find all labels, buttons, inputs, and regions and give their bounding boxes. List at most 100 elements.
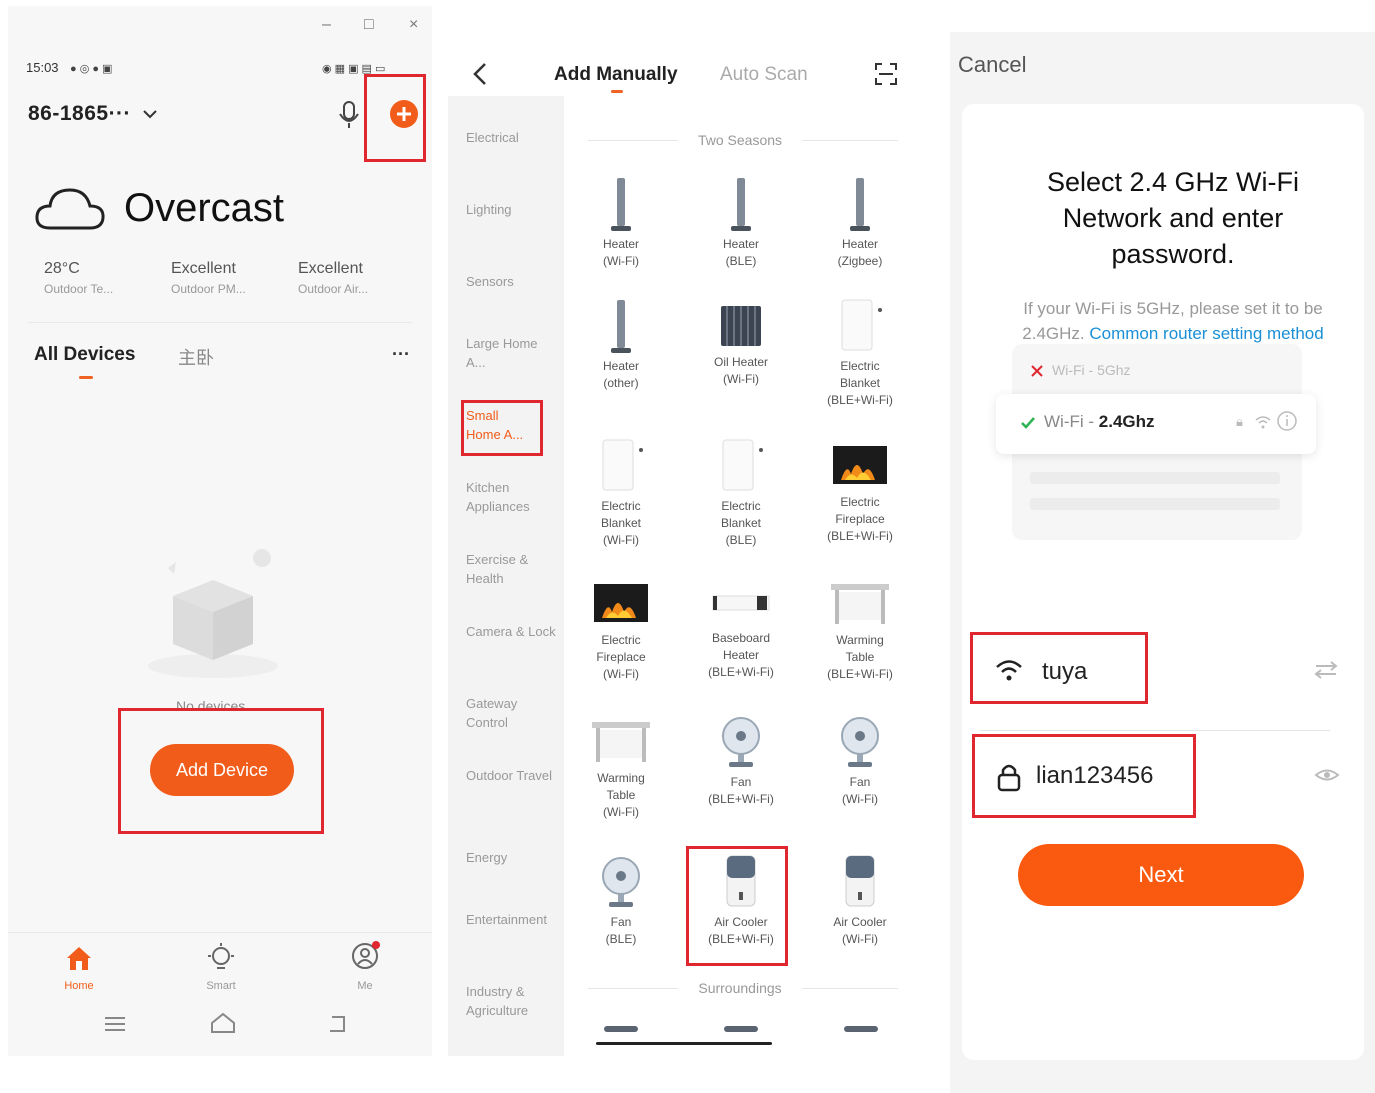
device-icon-partial <box>604 1026 638 1032</box>
next-button[interactable]: Next <box>1018 844 1304 906</box>
category-item[interactable]: Entertainment <box>466 910 556 929</box>
cloud-icon <box>35 188 105 230</box>
category-item[interactable]: Outdoor Travel <box>466 766 556 785</box>
category-item[interactable]: Kitchen Appliances <box>466 478 556 516</box>
warming-table-icon <box>592 722 650 762</box>
category-item[interactable]: Energy <box>466 848 556 867</box>
home-icon[interactable] <box>64 944 94 972</box>
highlight-box-add-device <box>118 708 324 834</box>
cross-icon <box>1031 365 1043 377</box>
device-tile[interactable]: Heater (Wi-Fi) <box>566 176 676 270</box>
device-tile[interactable]: Electric Fireplace (Wi-Fi) <box>566 580 676 683</box>
device-label: Heater (Wi-Fi) <box>602 237 640 268</box>
category-item[interactable]: Electrical <box>466 128 556 147</box>
nav-smart-label[interactable]: Smart <box>191 980 251 992</box>
category-item[interactable]: Lighting <box>466 200 556 219</box>
page-title: Select 2.4 GHz Wi-Fi Network and enter p… <box>1046 167 1300 269</box>
air-cooler-icon <box>845 855 875 907</box>
microphone-icon[interactable] <box>338 100 360 130</box>
stat-air-label: Outdoor Air... <box>298 282 369 296</box>
system-home-icon[interactable] <box>210 1012 236 1034</box>
nav-home-label[interactable]: Home <box>49 980 109 992</box>
highlight-box-password <box>972 734 1196 818</box>
device-label: Heater (BLE) <box>722 237 760 268</box>
device-tile[interactable]: Heater (BLE) <box>686 176 796 270</box>
device-label: Baseboard Heater (BLE+Wi-Fi) <box>708 631 774 679</box>
electric-blanket-icon <box>722 439 763 491</box>
check-icon <box>1021 417 1035 429</box>
device-tile[interactable]: Baseboard Heater (BLE+Wi-Fi) <box>686 586 796 681</box>
device-tile[interactable]: Fan (BLE+Wi-Fi) <box>686 714 796 808</box>
switch-network-icon[interactable] <box>1314 660 1338 680</box>
device-label: Heater (Zigbee) <box>837 237 883 268</box>
device-tile[interactable]: Electric Fireplace (BLE+Wi-Fi) <box>805 442 915 545</box>
wifi-signal-icon <box>1255 416 1271 429</box>
wifi-setup-screen: Cancel Select 2.4 GHz Wi-Fi Network and … <box>950 32 1375 1093</box>
category-item[interactable]: Industry & Agriculture <box>466 982 556 1020</box>
maximize-button[interactable]: □ <box>364 16 374 34</box>
electric-fireplace-icon <box>594 584 648 622</box>
add-device-screen: Add Manually Auto Scan Electrical Lighti… <box>448 46 920 1056</box>
device-tile[interactable]: Fan (BLE) <box>566 854 676 948</box>
category-item[interactable]: Exercise & Health <box>466 550 556 588</box>
eye-icon[interactable] <box>1314 766 1340 784</box>
device-tile[interactable]: Air Cooler (Wi-Fi) <box>805 854 915 948</box>
heater-icon <box>611 300 631 353</box>
category-item[interactable]: Large Home A... <box>466 334 556 372</box>
device-tile[interactable]: Heater (other) <box>566 298 676 392</box>
device-tile[interactable]: Oil Heater (Wi-Fi) <box>686 302 796 388</box>
minimize-button[interactable]: – <box>322 16 331 34</box>
device-tile[interactable]: Electric Blanket (BLE) <box>686 438 796 549</box>
device-tile[interactable]: Warming Table (BLE+Wi-Fi) <box>805 580 915 683</box>
electric-blanket-icon <box>841 299 882 351</box>
device-label: Air Cooler (Wi-Fi) <box>833 915 887 946</box>
device-label: Electric Blanket (BLE) <box>720 499 762 547</box>
electric-fireplace-icon <box>833 446 887 484</box>
tab-master-bedroom[interactable]: 主卧 <box>178 344 214 370</box>
category-item[interactable]: Gateway Control <box>466 694 556 732</box>
device-label: Heater (other) <box>602 359 640 390</box>
network-24ghz: Wi-Fi - 2.4Ghz <box>1044 412 1155 432</box>
divider <box>588 988 678 989</box>
divider <box>802 140 898 141</box>
device-icon-partial <box>724 1026 758 1032</box>
info-icon <box>1277 411 1297 431</box>
device-label: Electric Fireplace (BLE+Wi-Fi) <box>827 495 893 543</box>
device-tile[interactable]: Electric Blanket (Wi-Fi) <box>566 438 676 549</box>
device-tile[interactable]: Heater (Zigbee) <box>805 176 915 270</box>
tab-all-devices[interactable]: All Devices <box>34 344 135 366</box>
menu-icon[interactable] <box>104 1016 126 1032</box>
back-icon[interactable] <box>326 1014 348 1034</box>
device-tile[interactable]: Warming Table (Wi-Fi) <box>566 718 676 821</box>
tab-indicator <box>79 376 93 379</box>
device-tile[interactable]: Electric Blanket (BLE+Wi-Fi) <box>805 298 915 409</box>
wifi-card: Select 2.4 GHz Wi-Fi Network and enter p… <box>962 104 1364 1060</box>
router-setting-link[interactable]: Common router setting method <box>1089 324 1323 343</box>
heater-icon <box>611 178 631 231</box>
tab-auto-scan[interactable]: Auto Scan <box>720 64 808 86</box>
close-window-button[interactable]: × <box>409 16 418 34</box>
tab-add-manually[interactable]: Add Manually <box>554 64 678 86</box>
device-tile[interactable]: Fan (Wi-Fi) <box>805 714 915 808</box>
home-selector[interactable]: 86-1865··· <box>28 102 158 126</box>
network-5ghz: Wi-Fi - 5Ghz <box>1052 362 1131 378</box>
home-name: 86-1865··· <box>28 102 132 125</box>
wifi-row-selected: Wi-Fi - 2.4Ghz 🔒︎ <box>996 394 1316 454</box>
status-icons: ● ◎ ● ▣ <box>70 63 113 75</box>
stat-air-value: Excellent <box>298 260 363 277</box>
cancel-button[interactable]: Cancel <box>958 52 1026 78</box>
highlight-box-category <box>461 400 543 456</box>
nav-me-label[interactable]: Me <box>335 980 395 992</box>
category-item[interactable]: Camera & Lock <box>466 622 556 641</box>
back-arrow-icon[interactable] <box>470 62 490 86</box>
more-button[interactable]: ··· <box>392 344 410 365</box>
scan-qr-icon[interactable] <box>874 62 898 86</box>
category-item[interactable]: Sensors <box>466 272 556 291</box>
smart-bulb-icon[interactable] <box>206 942 236 974</box>
stat-pm-label: Outdoor PM... <box>171 282 246 296</box>
highlight-box-ssid <box>970 632 1148 704</box>
tab-indicator <box>611 90 623 93</box>
device-label: Warming Table (Wi-Fi) <box>597 771 645 819</box>
profile-icon[interactable] <box>350 940 382 972</box>
stat-temperature-label: Outdoor Te... <box>44 282 114 296</box>
